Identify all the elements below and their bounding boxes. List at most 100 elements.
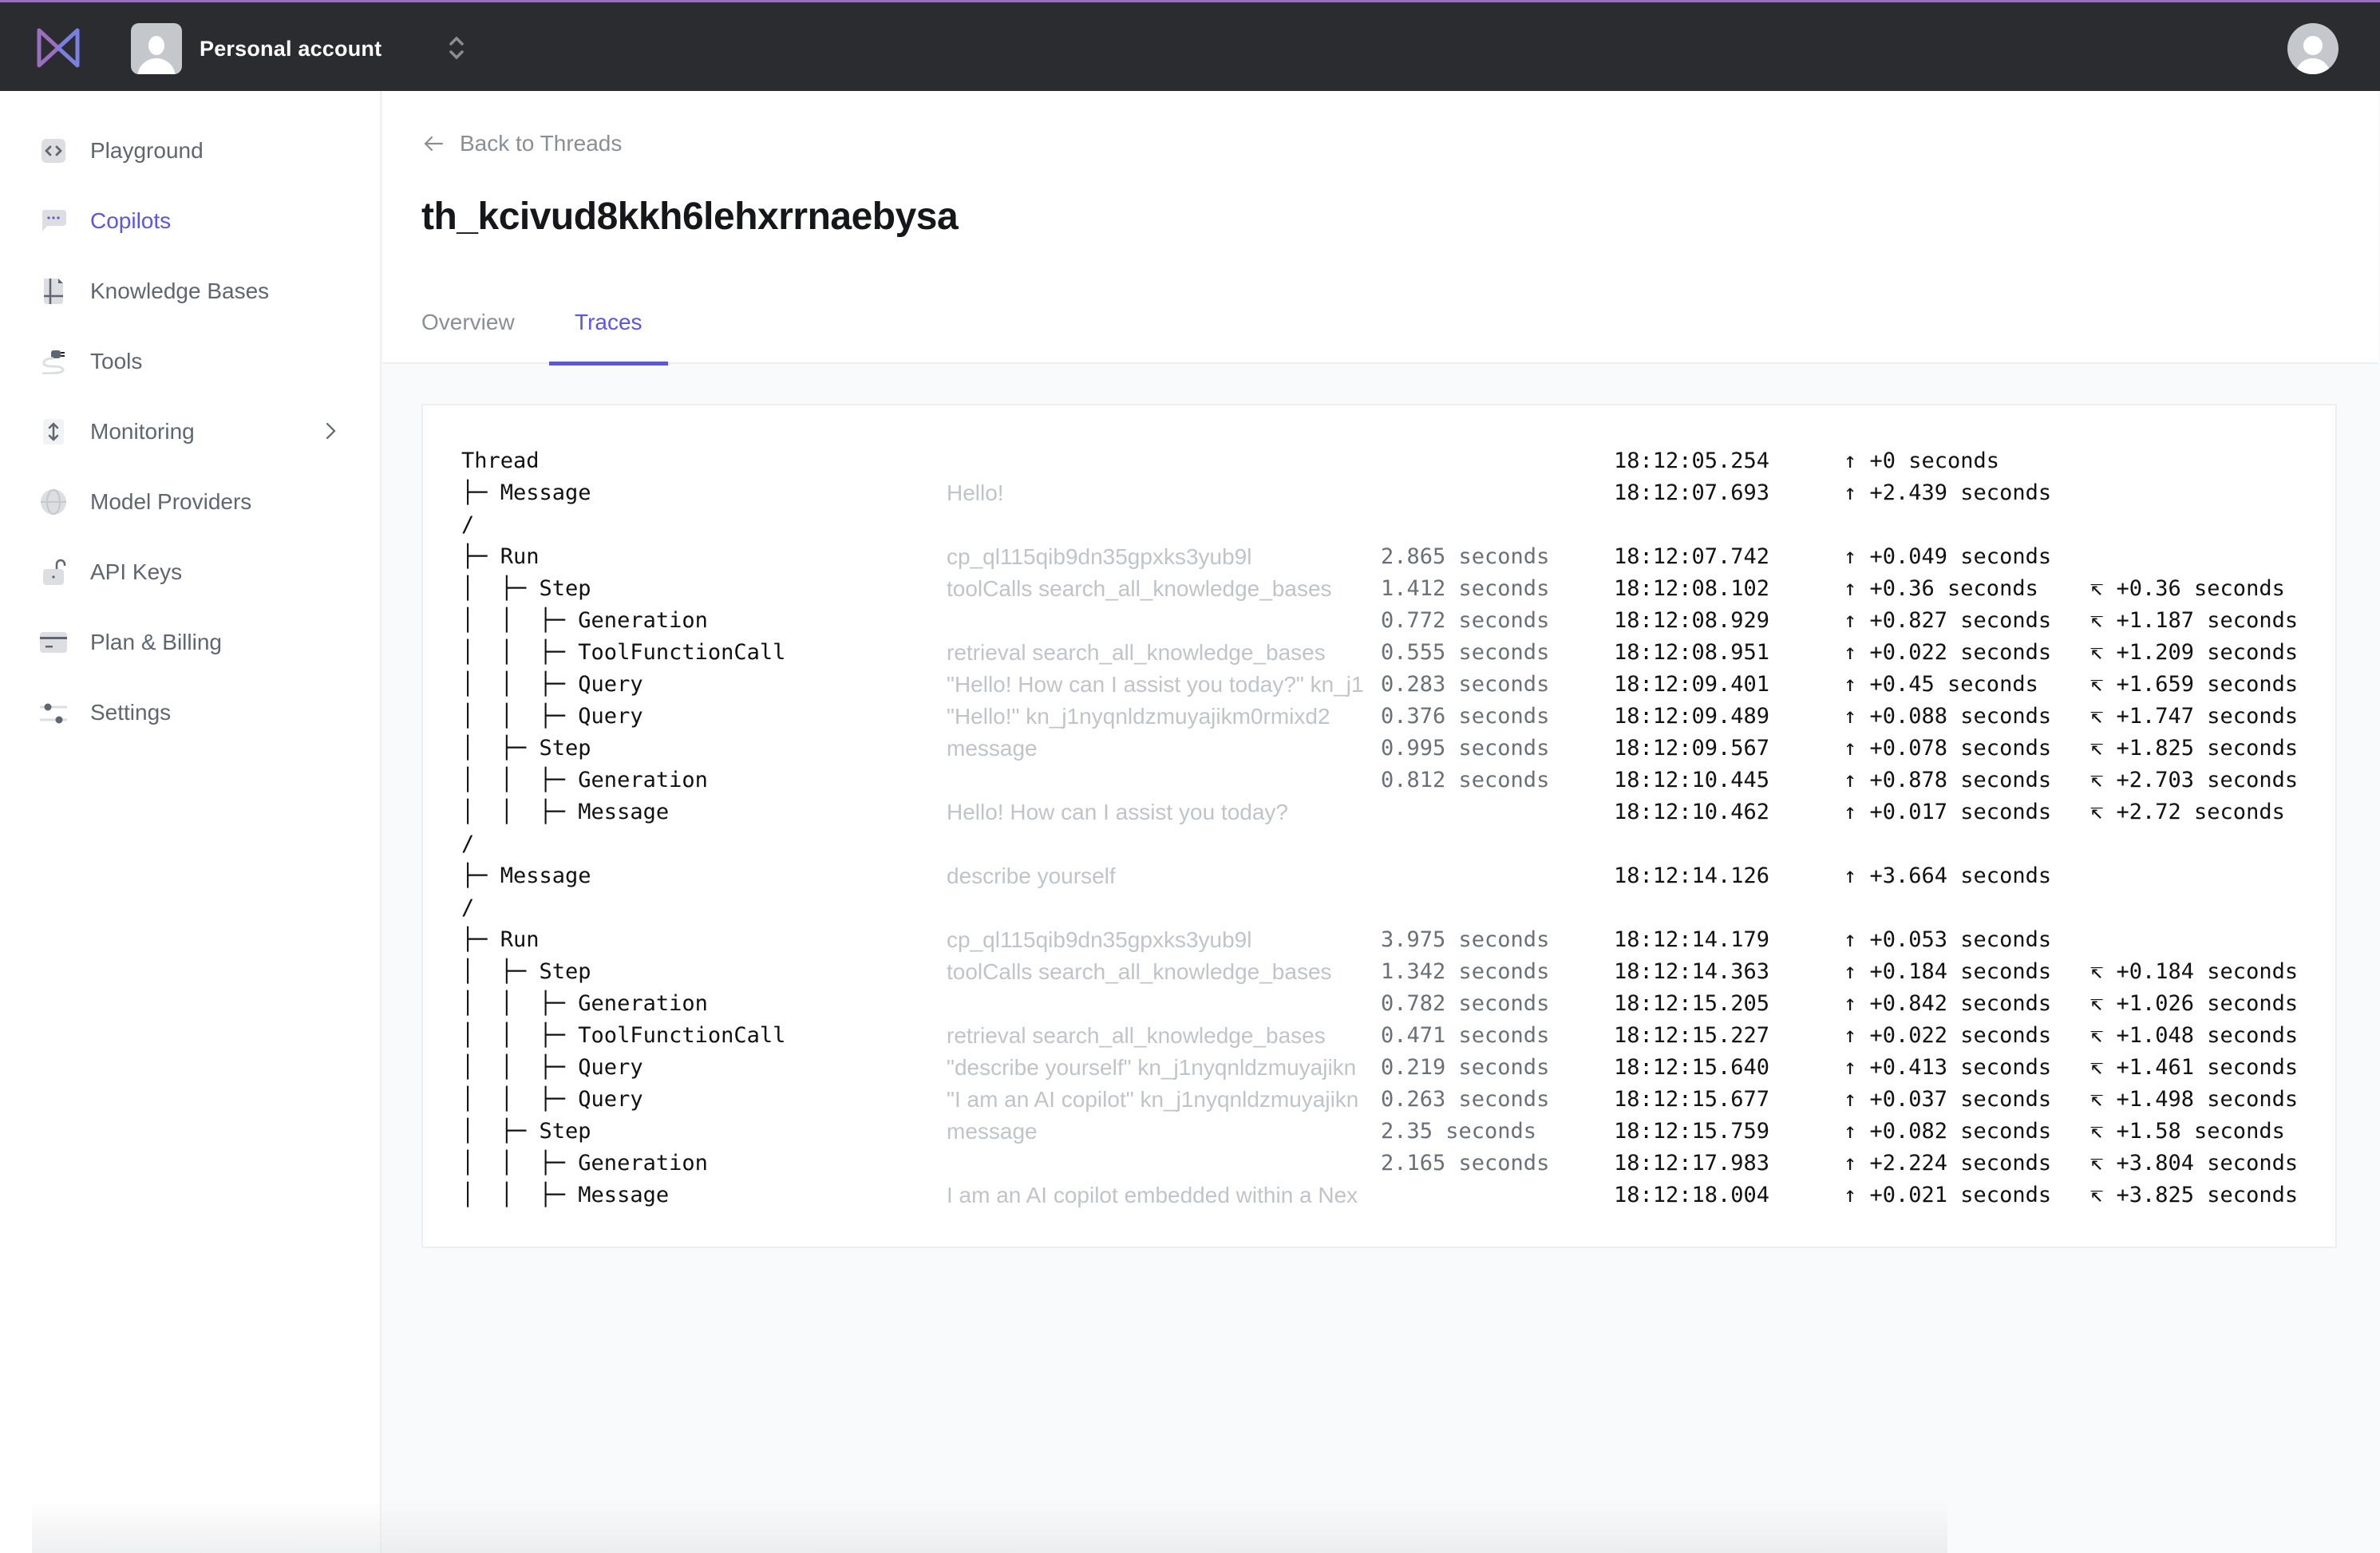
trace-row[interactable]: │ ├─ Step message 0.995 seconds 18:12:09.56… [461, 733, 2345, 765]
trace-delta: ↑ +0.037 seconds [1844, 1087, 2052, 1112]
trace-timestamp: 18:12:07.742 [1614, 544, 1770, 569]
trace-tree-label: │ │ ├─ Message [461, 800, 670, 824]
trace-tree-label: │ ├─ Step [461, 736, 591, 761]
trace-timestamp: 18:12:09.489 [1614, 704, 1770, 729]
trace-duration: 2.35 seconds [1381, 1119, 1537, 1144]
trace-timestamp: 18:12:18.004 [1614, 1183, 1770, 1207]
trace-row[interactable]: │ ├─ Step toolCalls search_all_knowledge_… [461, 956, 2345, 988]
sidebar-item-plan-billing[interactable]: Plan & Billing [40, 618, 343, 666]
trace-row[interactable]: / [461, 828, 2345, 860]
trace-tree-label: │ │ ├─ Query [461, 1087, 643, 1112]
tabs: Overview Traces [421, 310, 668, 366]
trace-delta: ↑ +3.664 seconds [1844, 863, 2052, 888]
trace-delta: ↑ +0.082 seconds [1844, 1119, 2052, 1144]
trace-row[interactable]: │ │ ├─ ToolFunctionCall retrieval search_… [461, 1020, 2345, 1052]
trace-tree-label: / [461, 895, 475, 920]
trace-row[interactable]: │ │ ├─ Query "describe yourself" kn_j1nyq… [461, 1052, 2345, 1084]
main-content: Back to Threads th_kcivud8kkh6lehxrrnaeb… [383, 91, 2378, 1553]
trace-row[interactable]: │ │ ├─ Query "I am an AI copilot" kn_j1ny… [461, 1084, 2345, 1116]
sidebar-item-tools[interactable]: Tools [40, 338, 343, 385]
trace-delta: ↑ +0.022 seconds [1844, 640, 2052, 665]
trace-delta: ↑ +0.017 seconds [1844, 800, 2052, 824]
trace-delta: ↑ +0.053 seconds [1844, 927, 2052, 952]
account-switcher[interactable]: Personal account [131, 23, 382, 74]
trace-tree-label: ├─ Message [461, 480, 591, 505]
trace-tree-label: │ │ ├─ ToolFunctionCall [461, 640, 786, 665]
page-title: th_kcivud8kkh6lehxrrnaebysa [421, 196, 959, 238]
trace-row[interactable]: │ ├─ Step message 2.35 seconds 18:12:15.759… [461, 1116, 2345, 1148]
trace-timestamp: 18:12:15.227 [1614, 1023, 1770, 1048]
trace-row[interactable]: ├─ Run cp_ql115qib9dn35gpxks3yub9l 3.975 s… [461, 924, 2345, 956]
trace-tree-label: │ ├─ Step [461, 576, 591, 601]
trace-row[interactable]: │ │ ├─ Query "Hello!" kn_j1nyqnldzmuyajik… [461, 701, 2345, 733]
trace-tree-label: / [461, 832, 475, 856]
trace-duration: 0.995 seconds [1381, 736, 1550, 761]
trace-row[interactable]: │ │ ├─ ToolFunctionCall retrieval search_… [461, 637, 2345, 669]
account-name: Personal account [200, 36, 382, 61]
trace-row[interactable]: Thread 18:12:05.254 ↑ +0 seconds [461, 445, 2345, 477]
trace-row[interactable]: │ │ ├─ Query "Hello! How can I assist you… [461, 669, 2345, 701]
trace-description: cp_ql115qib9dn35gpxks3yub9l [947, 927, 1252, 952]
trace-tree-label: │ │ ├─ Generation [461, 608, 708, 633]
trace-timestamp: 18:12:15.205 [1614, 991, 1770, 1016]
sidebar-item-label: Model Providers [90, 489, 252, 514]
trace-timestamp: 18:12:14.363 [1614, 959, 1770, 984]
sidebar-item-copilots[interactable]: Copilots [40, 197, 343, 245]
back-label: Back to Threads [460, 131, 623, 156]
sliders-icon [40, 699, 67, 726]
trace-cumulative: ↸ +1.461 seconds [2090, 1055, 2299, 1080]
trace-row[interactable]: │ │ ├─ Generation 0.812 seconds 18:12:10.4… [461, 765, 2345, 796]
sidebar-item-knowledge-bases[interactable]: Knowledge Bases [40, 267, 343, 315]
sidebar-item-label: Knowledge Bases [90, 279, 270, 303]
trace-tree-label: │ │ ├─ Generation [461, 1151, 708, 1176]
sidebar-item-monitoring[interactable]: Monitoring [40, 408, 343, 456]
user-avatar-icon[interactable] [2287, 23, 2338, 74]
trace-cumulative: ↸ +0.36 seconds [2090, 576, 2285, 601]
sidebar-item-settings[interactable]: Settings [40, 689, 343, 737]
trace-duration: 0.782 seconds [1381, 991, 1550, 1016]
top-bar: Personal account [0, 0, 2380, 91]
trace-row[interactable]: │ │ ├─ Generation 0.782 seconds 18:12:15.2… [461, 988, 2345, 1020]
trace-row[interactable]: / [461, 892, 2345, 924]
trace-delta: ↑ +0 seconds [1844, 449, 2000, 473]
unlock-icon [40, 559, 67, 586]
trace-row[interactable]: │ ├─ Step toolCalls search_all_knowledge_… [461, 573, 2345, 605]
trace-timestamp: 18:12:07.693 [1614, 480, 1770, 505]
back-to-threads-link[interactable]: Back to Threads [423, 131, 622, 156]
trace-description: retrieval search_all_knowledge_bases [947, 640, 1326, 665]
sidebar-item-label: Copilots [90, 208, 172, 233]
sidebar-item-model-providers[interactable]: Model Providers [40, 478, 343, 526]
sidebar-item-label: Plan & Billing [90, 630, 222, 654]
document-icon [40, 278, 67, 305]
trace-row[interactable]: │ │ ├─ Generation 0.772 seconds 18:12:08.9… [461, 605, 2345, 637]
trace-row[interactable]: ├─ Message describe yourself 18:12:14.126 ↑… [461, 860, 2345, 892]
trace-timestamp: 18:12:08.951 [1614, 640, 1770, 665]
trace-row[interactable]: ├─ Message Hello! 18:12:07.693 ↑ +2.439 sec… [461, 477, 2345, 509]
traces-panel: Thread 18:12:05.254 ↑ +0 seconds ├─ Message… [421, 404, 2337, 1248]
chevron-up-down-icon[interactable] [447, 34, 466, 61]
sidebar-item-api-keys[interactable]: API Keys [40, 548, 343, 596]
trace-row[interactable]: / [461, 509, 2345, 541]
trace-row[interactable]: ├─ Run cp_ql115qib9dn35gpxks3yub9l 2.865 s… [461, 541, 2345, 573]
trace-duration: 0.555 seconds [1381, 640, 1550, 665]
trace-row[interactable]: │ │ ├─ Generation 2.165 seconds 18:12:17.9… [461, 1148, 2345, 1180]
trace-tree-label: │ │ ├─ Query [461, 704, 643, 729]
sidebar: Playground Copilots Knowledge Bases Tool… [0, 91, 382, 1553]
trace-tree-label: │ │ ├─ Generation [461, 768, 708, 792]
trace-tree-label: │ │ ├─ Generation [461, 991, 708, 1016]
sidebar-item-playground[interactable]: Playground [40, 127, 343, 175]
trace-timestamp: 18:12:15.759 [1614, 1119, 1770, 1144]
bowtie-logo-icon[interactable] [37, 28, 80, 68]
trace-row[interactable]: │ │ ├─ Message Hello! How can I assist yo… [461, 796, 2345, 828]
trace-duration: 2.865 seconds [1381, 544, 1550, 569]
chevron-right-icon[interactable] [319, 419, 343, 443]
trace-duration: 1.412 seconds [1381, 576, 1550, 601]
trace-cumulative: ↸ +2.72 seconds [2090, 800, 2285, 824]
tab-overview[interactable]: Overview [421, 310, 549, 364]
trace-timestamp: 18:12:05.254 [1614, 449, 1770, 473]
tab-traces[interactable]: Traces [549, 310, 668, 366]
trace-row[interactable]: │ │ ├─ Message I am an AI copilot embedde… [461, 1180, 2345, 1211]
trace-delta: ↑ +0.049 seconds [1844, 544, 2052, 569]
trace-timestamp: 18:12:17.983 [1614, 1151, 1770, 1176]
sidebar-item-label: API Keys [90, 559, 183, 584]
